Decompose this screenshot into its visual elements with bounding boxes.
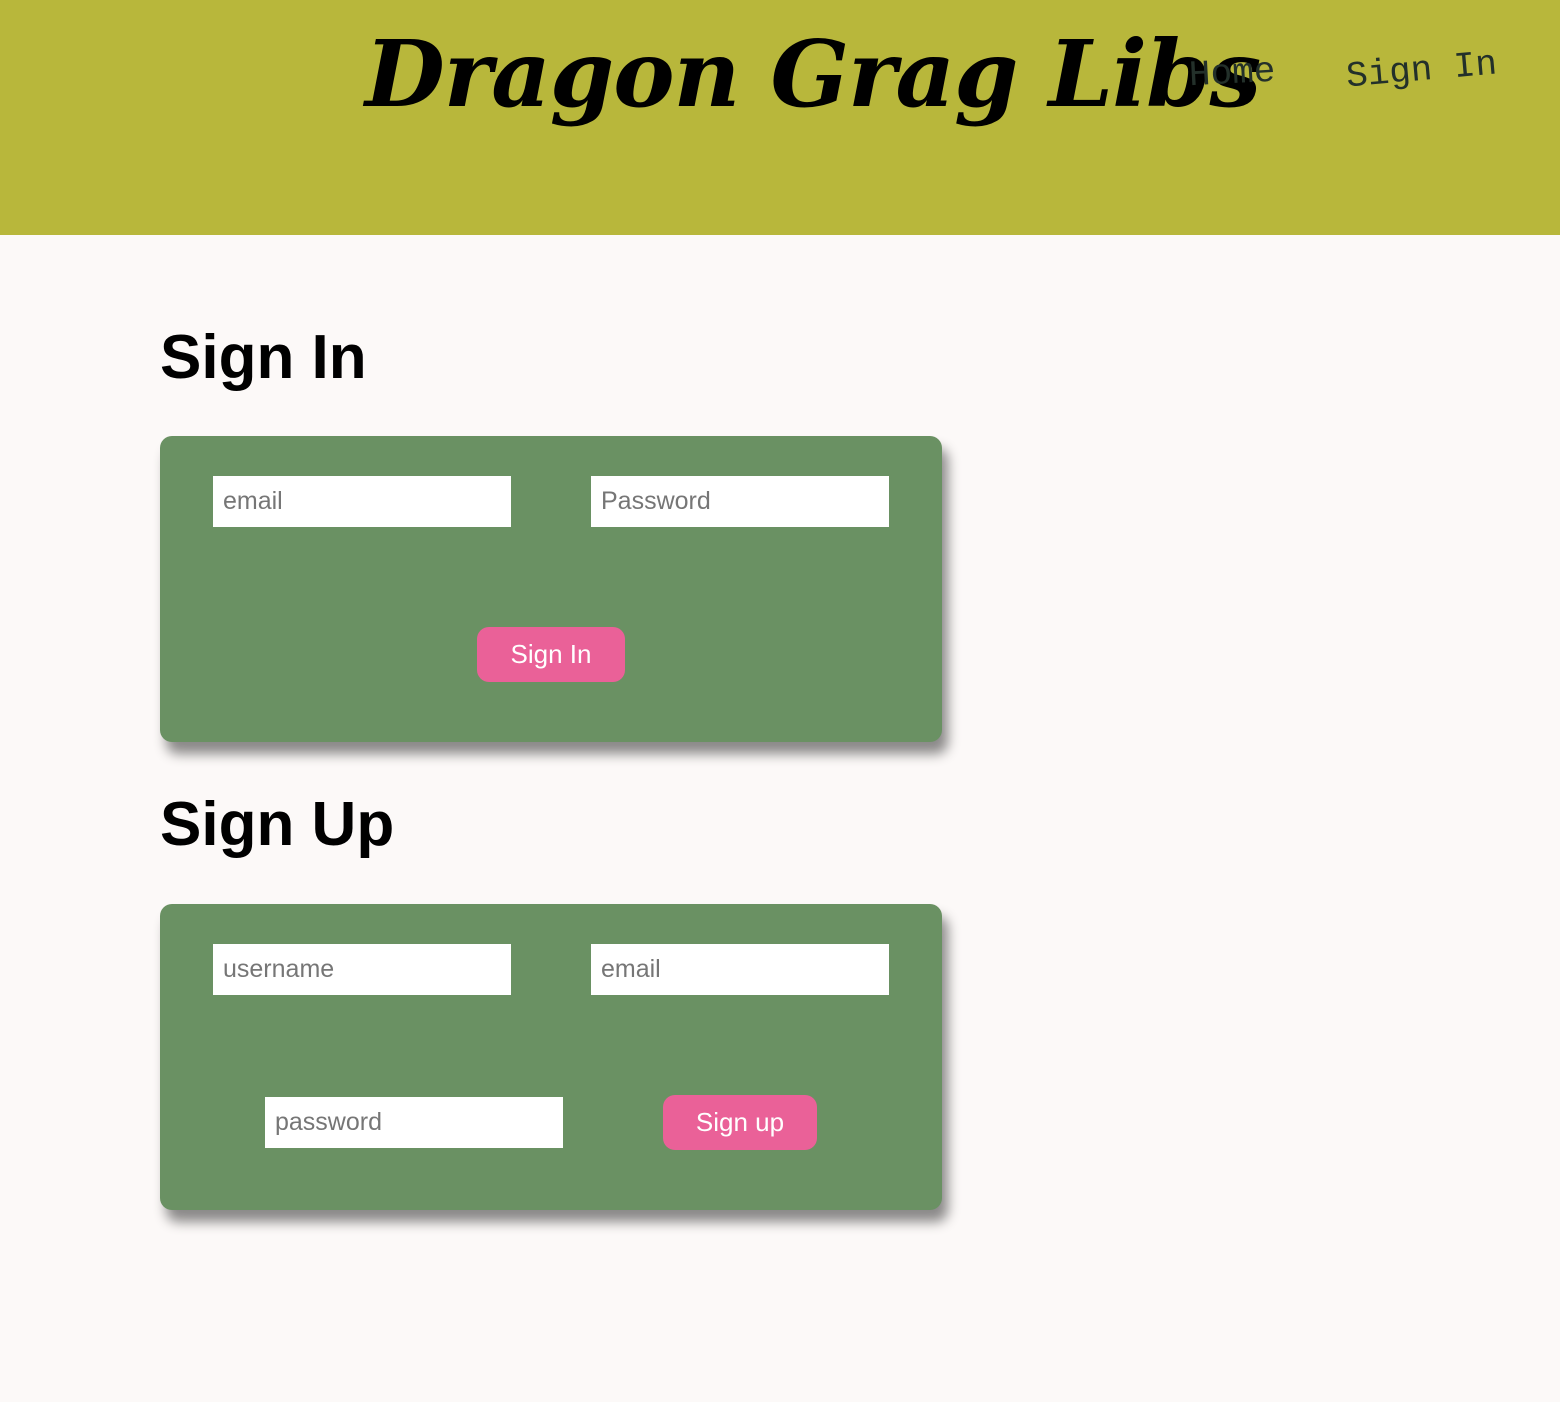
sign-up-password-input[interactable] xyxy=(265,1097,563,1148)
sign-in-form: Sign In xyxy=(160,436,942,742)
sign-in-email-input[interactable] xyxy=(213,476,511,527)
sign-in-button[interactable]: Sign In xyxy=(477,627,625,682)
site-header: Dragon Grag Libs Home Sign In xyxy=(0,0,1560,235)
sign-up-button[interactable]: Sign up xyxy=(663,1095,817,1150)
site-brand-title: Dragon Grag Libs xyxy=(365,20,1261,128)
sign-up-email-input[interactable] xyxy=(591,944,889,995)
sign-up-heading: Sign Up xyxy=(160,790,395,859)
nav-home-link[interactable]: Home xyxy=(1188,51,1276,96)
sign-in-password-input[interactable] xyxy=(591,476,889,527)
sign-up-form: Sign up xyxy=(160,904,942,1210)
sign-up-username-input[interactable] xyxy=(213,944,511,995)
sign-in-heading: Sign In xyxy=(160,323,367,392)
nav-sign-in-link[interactable]: Sign In xyxy=(1345,43,1499,97)
